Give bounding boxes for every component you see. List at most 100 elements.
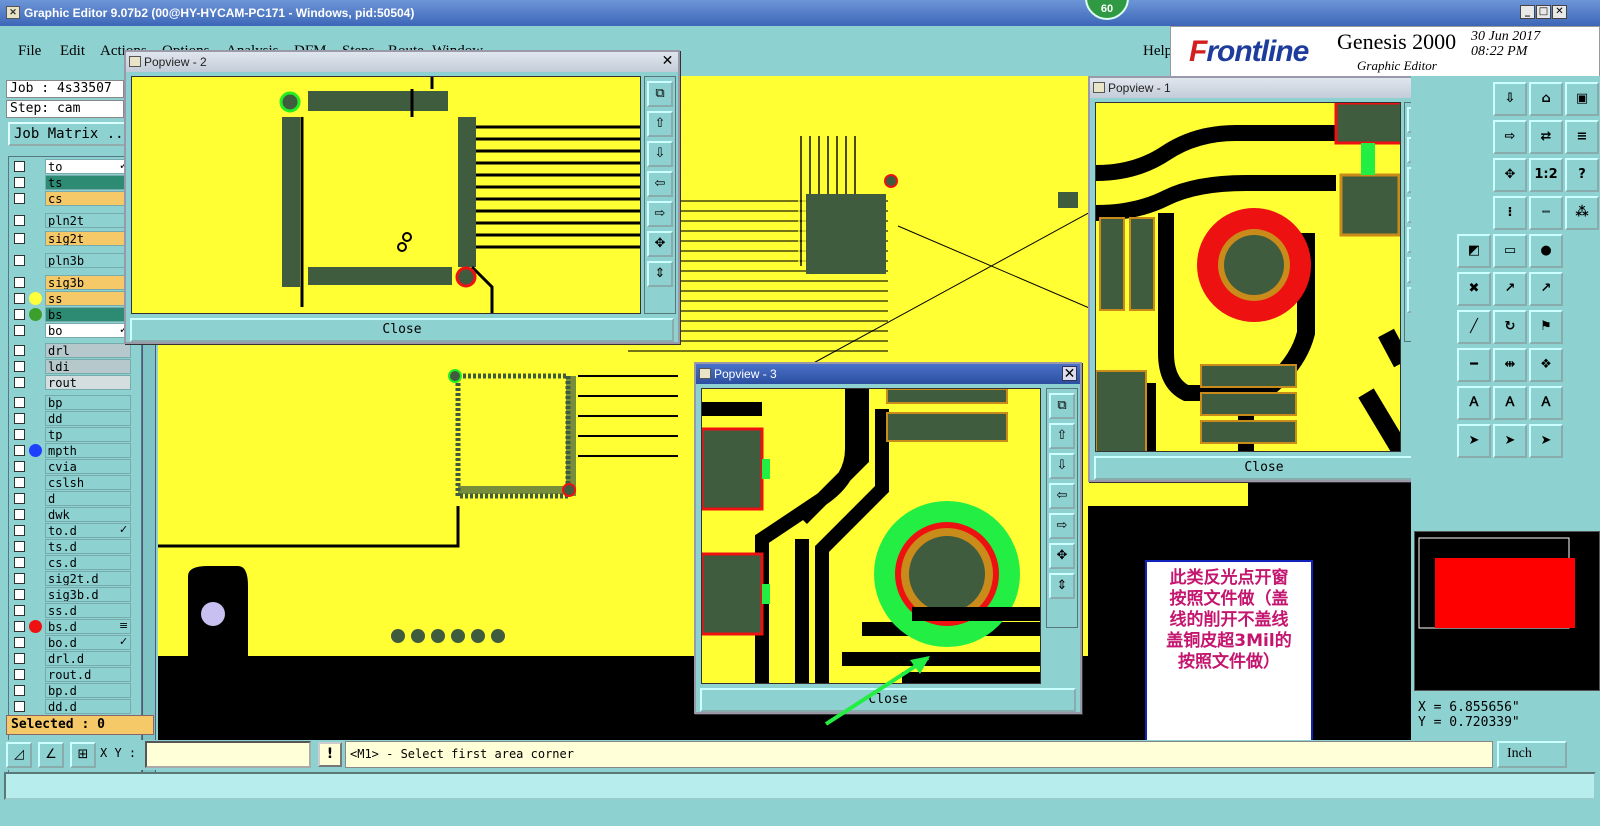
layer-checkbox[interactable] (14, 461, 25, 472)
layer-checkbox[interactable] (14, 377, 25, 388)
layer-row[interactable]: bs (11, 307, 131, 322)
layer-row[interactable]: sig3b (11, 275, 131, 290)
layer-checkbox[interactable] (14, 277, 25, 288)
layer-checkbox[interactable] (14, 525, 25, 536)
layer-checkbox[interactable] (14, 685, 25, 696)
layer-row[interactable]: bp.d (11, 683, 131, 698)
layer-row[interactable]: ss.d (11, 603, 131, 618)
layer-row[interactable]: to.d ✓ (11, 523, 131, 538)
layer-checkbox[interactable] (14, 325, 25, 336)
layer-checkbox[interactable] (14, 573, 25, 584)
popview-1-titlebar[interactable]: Popview - 1✕ (1090, 78, 1438, 98)
tool-flag-icon[interactable]: ⚑ (1529, 310, 1563, 344)
tool-scale-icon[interactable]: 1:2 (1529, 158, 1563, 192)
layer-display-dot[interactable] (29, 308, 42, 321)
tool-pointer-icon[interactable]: ➤ (1493, 424, 1527, 458)
layer-checkbox[interactable] (14, 669, 25, 680)
layer-checkbox[interactable] (14, 477, 25, 488)
popview-2-close-button[interactable]: Close (130, 318, 674, 342)
tool-ruler-icon[interactable]: ▭ (1493, 234, 1527, 268)
layer-row[interactable]: cvia (11, 459, 131, 474)
layer-checkbox[interactable] (14, 605, 25, 616)
pop-pan-right-icon[interactable]: ⇨ (647, 201, 673, 227)
tool-rotate-icon[interactable]: ↻ (1493, 310, 1527, 344)
layer-checkbox[interactable] (14, 255, 25, 266)
tool-expand-icon[interactable]: ✥ (1493, 158, 1527, 192)
menu-edit[interactable]: Edit (60, 43, 85, 60)
layer-checkbox[interactable] (14, 361, 25, 372)
pop-zoom-in-icon[interactable]: ⇧ (647, 111, 673, 137)
tool-home-icon[interactable]: ⌂ (1529, 82, 1563, 116)
layer-row[interactable]: ts (11, 175, 131, 190)
popview-3-close-icon[interactable]: ✕ (1062, 366, 1077, 381)
layer-checkbox[interactable] (14, 161, 25, 172)
layer-checkbox[interactable] (14, 193, 25, 204)
layer-display-dot[interactable] (29, 620, 42, 633)
layer-row[interactable]: bo.d ✓ (11, 635, 131, 650)
popview-2[interactable]: Popview - 2 ✕ ⧉ ⇧ ⇩ ⇦ ⇨ ✥ ⇕ Close (124, 50, 680, 344)
layer-row[interactable]: dd.d (11, 699, 131, 714)
pop-expand-icon[interactable]: ✥ (1049, 543, 1075, 569)
layer-checkbox[interactable] (14, 557, 25, 568)
layer-checkbox[interactable] (14, 233, 25, 244)
layer-row[interactable]: d (11, 491, 131, 506)
layer-row[interactable]: dwk (11, 507, 131, 522)
layer-row[interactable]: dd (11, 411, 131, 426)
pop-zoom-out-icon[interactable]: ⇩ (647, 141, 673, 167)
layer-row[interactable]: pln2t (11, 213, 131, 228)
layer-row[interactable]: cs.d (11, 555, 131, 570)
layer-checkbox[interactable] (14, 509, 25, 520)
layer-checkbox[interactable] (14, 637, 25, 648)
tool-arc2-icon[interactable]: Ａ (1493, 386, 1527, 420)
tool-network-icon[interactable]: ⁂ (1565, 196, 1599, 230)
layer-row[interactable]: pln3b (11, 253, 131, 268)
menu-help[interactable]: Help (1143, 43, 1172, 60)
minimize-button[interactable]: _ (1520, 5, 1535, 19)
tool-pad-icon[interactable]: ● (1529, 234, 1563, 268)
layer-row[interactable]: bo✓ (11, 323, 131, 338)
layer-row[interactable]: ss (11, 291, 131, 306)
layer-row[interactable]: sig3b.d (11, 587, 131, 602)
tool-measure-icon[interactable]: ┉ (1529, 196, 1563, 230)
popview-2-view[interactable] (131, 76, 641, 314)
pop-zoom-in-icon[interactable]: ⇧ (1049, 423, 1075, 449)
layer-row[interactable]: sig2t.d (11, 571, 131, 586)
popview-1-close-button[interactable]: Close (1094, 456, 1434, 480)
tool-group-icon[interactable]: ❖ (1529, 348, 1563, 382)
layer-row[interactable]: tp (11, 427, 131, 442)
layer-checkbox[interactable] (14, 309, 25, 320)
layer-checkbox[interactable] (14, 493, 25, 504)
layer-row[interactable]: to✓ (11, 159, 131, 174)
tool-connect-icon[interactable]: ↗ (1493, 272, 1527, 306)
xy-input[interactable] (145, 741, 311, 768)
pop-pan-right-icon[interactable]: ⇨ (1049, 513, 1075, 539)
tool-list-icon[interactable]: ≡ (1565, 120, 1599, 154)
tool-select-icon[interactable]: ➤ (1457, 424, 1491, 458)
pop-pan-left-icon[interactable]: ⇦ (1049, 483, 1075, 509)
layer-checkbox[interactable] (14, 589, 25, 600)
layer-row[interactable]: drl (11, 343, 131, 358)
unit-selector[interactable]: Inch (1497, 741, 1567, 768)
tool-cross-icon[interactable]: ✖ (1457, 272, 1491, 306)
angle-icon[interactable]: ∠ (38, 742, 64, 768)
pop-shrink-icon[interactable]: ⇕ (647, 261, 673, 287)
pop-expand-icon[interactable]: ✥ (647, 231, 673, 257)
tool-traffic-icon[interactable]: ⁝ (1493, 196, 1527, 230)
warning-button[interactable]: ! (318, 742, 342, 767)
tool-down-icon[interactable]: ⇩ (1493, 82, 1527, 116)
tool-link-icon[interactable]: ↗ (1529, 272, 1563, 306)
layer-checkbox[interactable] (14, 413, 25, 424)
layer-checkbox[interactable] (14, 621, 25, 632)
tool-multi-pointer-icon[interactable]: ➤ (1529, 424, 1563, 458)
layer-checkbox[interactable] (14, 397, 25, 408)
popview-3-titlebar[interactable]: Popview - 3 ✕ (696, 364, 1080, 384)
pop-zoom-fit-icon[interactable]: ⧉ (647, 81, 673, 107)
tool-minus-icon[interactable]: ━ (1457, 348, 1491, 382)
tool-help-icon[interactable]: ? (1565, 158, 1599, 192)
tool-arc-icon[interactable]: Ａ (1457, 386, 1491, 420)
layer-checkbox[interactable] (14, 701, 25, 712)
close-window-button[interactable]: ✕ (1552, 5, 1567, 19)
layer-row[interactable]: mpth (11, 443, 131, 458)
popview-2-close-icon[interactable]: ✕ (660, 54, 675, 69)
layer-checkbox[interactable] (14, 445, 25, 456)
